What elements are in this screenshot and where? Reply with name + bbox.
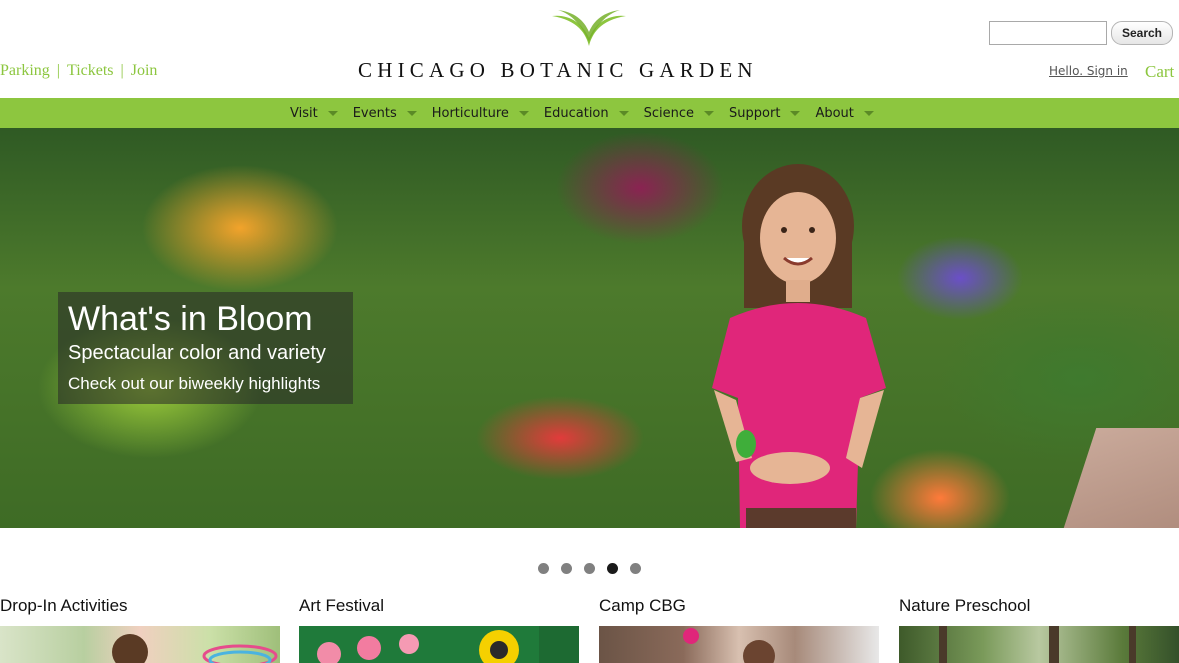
slide-dot-active[interactable] [607, 563, 618, 574]
tickets-link[interactable]: Tickets [67, 62, 114, 79]
utility-links: Parking | Tickets | Join [0, 62, 157, 80]
nav-item-events[interactable]: Events [353, 106, 432, 121]
nav-item-science[interactable]: Science [644, 106, 729, 121]
tree-icon [939, 626, 1136, 663]
site-header: Parking | Tickets | Join CHICAGO BOTANIC GAR… [0, 0, 1179, 98]
hero-caption[interactable]: What's in Bloom Spectacular color and va… [58, 292, 353, 404]
nav-item-about[interactable]: About [815, 106, 888, 121]
chevron-down-icon [790, 110, 801, 116]
chevron-down-icon [406, 110, 417, 116]
girl-in-garden-image [712, 164, 886, 528]
hero-subtitle: Spectacular color and variety [68, 342, 326, 364]
join-link[interactable]: Join [131, 62, 158, 79]
camp-kids-icon [683, 628, 775, 663]
feature-title[interactable]: Camp CBG [599, 596, 879, 622]
feature-card-art-festival[interactable]: Art Festival [299, 596, 579, 663]
main-nav: Visit Events Horticulture Education Scie… [0, 98, 1179, 128]
nav-item-label: About [815, 105, 854, 121]
logo-wordmark: CHICAGO BOTANIC GARDEN [358, 58, 758, 82]
site-logo[interactable]: CHICAGO BOTANIC GARDEN [358, 8, 820, 82]
trees-outdoors-image[interactable] [899, 626, 1179, 663]
nav-item-label: Events [352, 105, 397, 121]
feature-card-camp-cbg[interactable]: Camp CBG [599, 596, 879, 663]
hero-title: What's in Bloom [68, 300, 313, 338]
garden-path [1063, 428, 1179, 528]
chevron-down-icon [863, 110, 874, 116]
sign-in-link[interactable]: Hello. Sign in [1049, 64, 1128, 78]
search-button[interactable]: Search [1111, 21, 1173, 45]
leaf-logo-icon [552, 10, 626, 46]
kids-at-camp-image[interactable] [599, 626, 879, 663]
hero-link[interactable]: Check out our biweekly highlights [68, 374, 320, 394]
chevron-down-icon [327, 110, 338, 116]
nav-item-label: Horticulture [431, 105, 509, 121]
flower-art-icon [317, 626, 579, 663]
search-input[interactable] [989, 21, 1107, 45]
feature-card-nature-preschool[interactable]: Nature Preschool [899, 596, 1179, 663]
nav-item-label: Support [729, 105, 781, 121]
child-with-hula-hoops-image[interactable] [0, 626, 280, 663]
slide-dot[interactable] [584, 563, 595, 574]
chevron-down-icon [704, 110, 715, 116]
hero-slideshow[interactable]: What's in Bloom Spectacular color and va… [0, 128, 1179, 528]
chevron-down-icon [518, 110, 529, 116]
nav-item-visit[interactable]: Visit [290, 106, 353, 121]
nav-item-label: Science [643, 105, 695, 121]
nav-item-support[interactable]: Support [729, 106, 815, 121]
feature-title[interactable]: Art Festival [299, 596, 579, 622]
feature-title[interactable]: Nature Preschool [899, 596, 1179, 622]
hula-hoop-icon [112, 634, 278, 663]
slide-dot[interactable] [561, 563, 572, 574]
separator: | [56, 62, 60, 79]
nav-item-horticulture[interactable]: Horticulture [432, 106, 544, 121]
slide-dot[interactable] [538, 563, 549, 574]
chevron-down-icon [618, 110, 629, 116]
nav-item-education[interactable]: Education [544, 106, 644, 121]
parking-link[interactable]: Parking [0, 62, 50, 79]
slider-dots [538, 563, 653, 574]
nav-item-label: Education [543, 105, 609, 121]
paper-flowers-art-image[interactable] [299, 626, 579, 663]
separator: | [120, 62, 124, 79]
feature-title[interactable]: Drop-In Activities [0, 596, 280, 622]
feature-card-drop-in[interactable]: Drop-In Activities [0, 596, 280, 663]
slide-dot[interactable] [630, 563, 641, 574]
nav-item-label: Visit [290, 105, 318, 121]
cart-link[interactable]: Cart [1145, 62, 1174, 82]
nav-items: Visit Events Horticulture Education Scie… [290, 98, 889, 128]
